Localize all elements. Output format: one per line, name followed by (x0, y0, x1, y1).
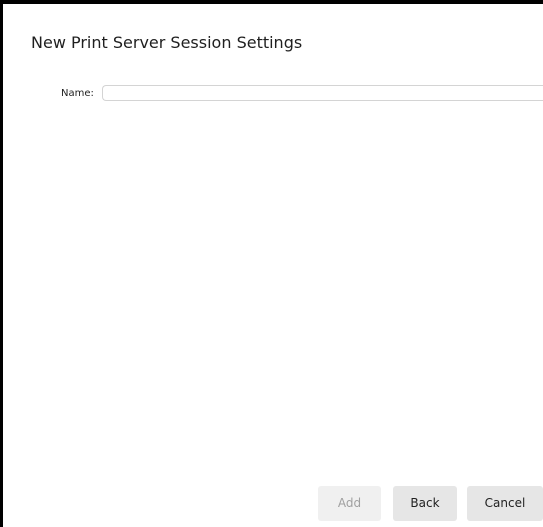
name-input[interactable] (102, 85, 543, 101)
add-button[interactable]: Add (318, 486, 381, 521)
name-label: Name: (61, 88, 94, 99)
back-button[interactable]: Back (393, 486, 457, 521)
dialog-title: New Print Server Session Settings (31, 33, 303, 52)
dialog-window: New Print Server Session Settings Name: … (0, 0, 543, 527)
cancel-button[interactable]: Cancel (467, 486, 543, 521)
window-frame-left (0, 0, 3, 527)
window-frame-top (0, 0, 543, 4)
